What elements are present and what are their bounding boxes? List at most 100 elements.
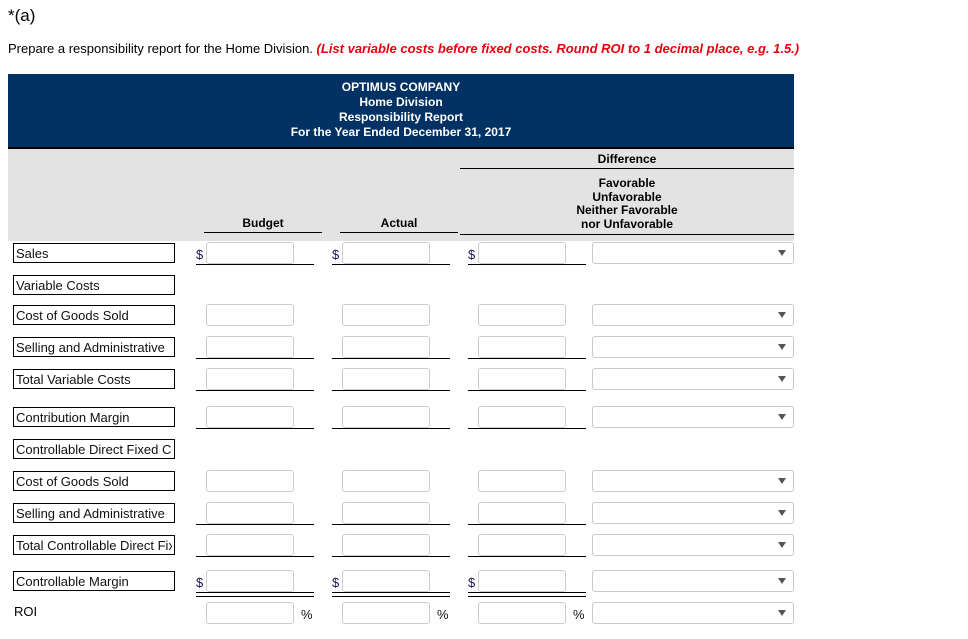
- column-header-difference-options: Favorable Unfavorable Neither Favorable …: [460, 176, 794, 235]
- actual-input[interactable]: [342, 368, 430, 390]
- question-part-label: *(a): [8, 6, 36, 25]
- row-label-input[interactable]: [13, 571, 175, 591]
- difference-type-select[interactable]: [592, 570, 794, 592]
- instruction-hint: (List variable costs before fixed costs.…: [316, 41, 800, 56]
- difference-type-select[interactable]: [592, 602, 794, 624]
- actual-input[interactable]: [342, 242, 430, 264]
- difference-type-select[interactable]: [592, 534, 794, 556]
- difference-cell: [478, 368, 566, 390]
- actual-input[interactable]: [342, 406, 430, 428]
- budget-input[interactable]: [206, 368, 294, 390]
- currency-symbol: $: [332, 247, 340, 262]
- subtotal-rule: [196, 390, 314, 391]
- actual-input[interactable]: [342, 570, 430, 592]
- difference-input[interactable]: [478, 336, 566, 358]
- row-label-input[interactable]: [13, 471, 175, 491]
- column-header-band: Difference Favorable Unfavorable Neither…: [8, 149, 794, 241]
- actual-cell: $: [332, 242, 430, 264]
- budget-input[interactable]: [206, 304, 294, 326]
- percent-symbol: %: [437, 607, 449, 622]
- subtotal-rule: [196, 524, 314, 525]
- difference-type-select[interactable]: [592, 406, 794, 428]
- budget-input[interactable]: [206, 406, 294, 428]
- chevron-down-icon: [778, 478, 786, 484]
- difference-input[interactable]: [478, 570, 566, 592]
- difference-input[interactable]: [478, 406, 566, 428]
- actual-input[interactable]: [342, 602, 430, 624]
- actual-input[interactable]: [342, 470, 430, 492]
- difference-cell: [478, 406, 566, 428]
- budget-cell: [206, 502, 294, 524]
- difference-cell: $: [468, 242, 566, 264]
- difference-type-select[interactable]: [592, 368, 794, 390]
- total-double-rule: [332, 592, 450, 597]
- difference-type-select[interactable]: [592, 242, 794, 264]
- row-label-text: ROI: [14, 604, 38, 619]
- report-type: Responsibility Report: [338, 110, 463, 124]
- subtotal-rule: [332, 428, 450, 429]
- difference-type-select[interactable]: [592, 304, 794, 326]
- budget-input[interactable]: [206, 336, 294, 358]
- subtotal-rule: [468, 390, 586, 391]
- difference-input[interactable]: [478, 470, 566, 492]
- difference-input[interactable]: [478, 368, 566, 390]
- report-company-name: OPTIMUS COMPANY: [341, 80, 461, 94]
- currency-symbol: $: [468, 247, 476, 262]
- row-label-input[interactable]: [13, 407, 175, 427]
- report-period: For the Year Ended December 31, 2017: [290, 125, 512, 139]
- actual-cell: [342, 304, 430, 326]
- row-label-input[interactable]: [13, 243, 175, 263]
- diff-option-unfavorable: Unfavorable: [592, 189, 662, 204]
- budget-input[interactable]: [206, 570, 294, 592]
- chevron-down-icon: [778, 610, 786, 616]
- subtotal-rule: [468, 428, 586, 429]
- row-label-input[interactable]: [13, 503, 175, 523]
- difference-input[interactable]: [478, 304, 566, 326]
- actual-cell: [342, 336, 430, 358]
- row-label-input[interactable]: [13, 275, 175, 295]
- row-label-input[interactable]: [13, 439, 175, 459]
- table-row: [0, 468, 968, 498]
- actual-input[interactable]: [342, 502, 430, 524]
- chevron-down-icon: [778, 542, 786, 548]
- report-title-block: OPTIMUS COMPANY Home Division Responsibi…: [8, 74, 794, 149]
- budget-input[interactable]: [206, 242, 294, 264]
- difference-input[interactable]: [478, 602, 566, 624]
- actual-input[interactable]: [342, 336, 430, 358]
- actual-input[interactable]: [342, 304, 430, 326]
- budget-input[interactable]: [206, 534, 294, 556]
- difference-type-select[interactable]: [592, 470, 794, 492]
- subtotal-rule: [468, 358, 586, 359]
- row-label-input[interactable]: [13, 535, 175, 555]
- difference-input[interactable]: [478, 502, 566, 524]
- subtotal-rule: [332, 358, 450, 359]
- difference-type-select[interactable]: [592, 336, 794, 358]
- responsibility-report-table: OPTIMUS COMPANY Home Division Responsibi…: [8, 74, 794, 241]
- actual-cell: [342, 534, 430, 556]
- difference-type-cell: [592, 368, 794, 390]
- difference-input[interactable]: [478, 534, 566, 556]
- table-row: [0, 404, 968, 434]
- row-label-input[interactable]: [13, 337, 175, 357]
- budget-cell: [206, 406, 294, 428]
- row-label-input[interactable]: [13, 369, 175, 389]
- budget-cell: [206, 368, 294, 390]
- subtotal-rule: [468, 264, 586, 265]
- subtotal-rule: [196, 358, 314, 359]
- subtotal-rule: [196, 428, 314, 429]
- row-label-input[interactable]: [13, 305, 175, 325]
- actual-input[interactable]: [342, 534, 430, 556]
- table-row: $ $ $: [0, 240, 968, 270]
- difference-input[interactable]: [478, 242, 566, 264]
- budget-input[interactable]: [206, 502, 294, 524]
- difference-type-cell: [592, 304, 794, 326]
- budget-cell: [206, 304, 294, 326]
- budget-input[interactable]: [206, 470, 294, 492]
- actual-cell: [342, 368, 430, 390]
- budget-input[interactable]: [206, 602, 294, 624]
- subtotal-rule: [468, 556, 586, 557]
- subtotal-rule: [332, 390, 450, 391]
- difference-type-select[interactable]: [592, 502, 794, 524]
- table-row: [0, 334, 968, 364]
- table-row: [0, 436, 968, 466]
